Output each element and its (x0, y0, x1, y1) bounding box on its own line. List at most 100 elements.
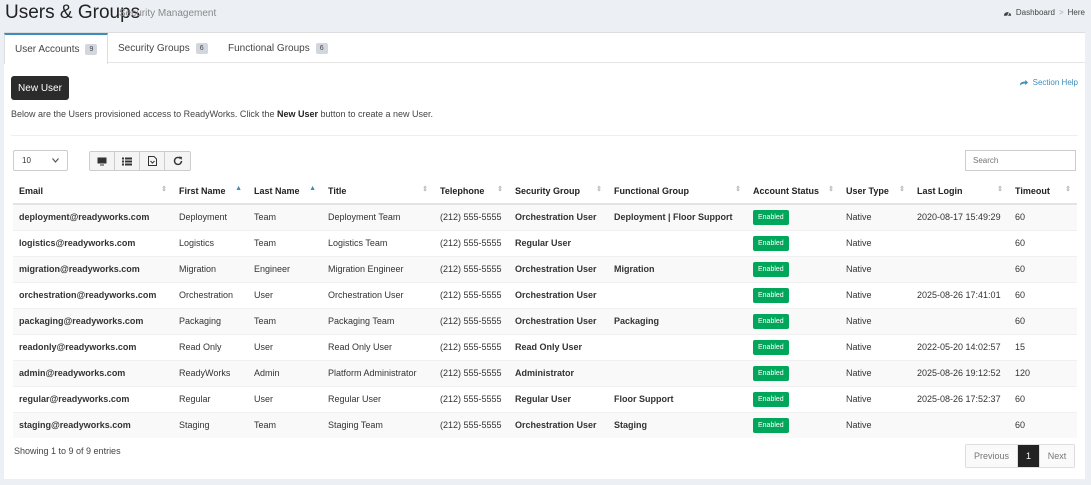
title-cell: Migration Engineer (322, 255, 434, 282)
last-name-cell: Admin (248, 359, 322, 386)
column-header[interactable]: Last Login ⇕ (911, 178, 1009, 205)
account-status-cell: Enabled (747, 385, 840, 412)
email-cell: packaging@readyworks.com (13, 307, 173, 334)
first-name-cell: Logistics (173, 229, 248, 256)
column-header[interactable]: Timeout ⇕ (1009, 178, 1077, 205)
next-page-button[interactable]: Next (1040, 445, 1074, 467)
breadcrumb-dashboard[interactable]: Dashboard (1016, 8, 1055, 17)
account-status-cell: Enabled (747, 333, 840, 360)
column-visibility-button[interactable] (90, 152, 115, 170)
column-header[interactable]: Last Name ▲ (248, 178, 322, 205)
functional-group-cell: Packaging (608, 307, 747, 334)
column-header-label: Email (19, 185, 44, 196)
table-info: Showing 1 to 9 of 9 entries (14, 446, 121, 456)
last-name-cell: User (248, 333, 322, 360)
status-badge: Enabled (753, 391, 789, 407)
first-name-cell: ReadyWorks (173, 359, 248, 386)
sort-icon: ⇕ (997, 186, 1003, 193)
sort-icon: ⇕ (735, 186, 741, 193)
tab-bar: User Accounts 9 Security Groups 6 Functi… (4, 33, 1085, 64)
email-cell: deployment@readyworks.com (13, 203, 173, 230)
chevron-down-icon (52, 158, 59, 163)
table-row[interactable]: readonly@readyworks.com Read Only User Read… (13, 333, 1077, 360)
tab-security-groups[interactable]: Security Groups 6 (118, 33, 208, 63)
last-name-cell: Team (248, 307, 322, 334)
previous-page-button[interactable]: Previous (966, 445, 1018, 467)
new-user-button[interactable]: New User (11, 76, 69, 100)
email-cell: orchestration@readyworks.com (13, 281, 173, 308)
security-group-cell: Read Only User (509, 333, 608, 360)
telephone-cell: (212) 555-5555 (434, 281, 509, 308)
table-row[interactable]: staging@readyworks.com Staging Team Staging… (13, 411, 1077, 438)
column-header-label: Last Login (917, 185, 963, 196)
column-header-label: Timeout (1015, 185, 1050, 196)
table-body: deployment@readyworks.com Deployment Team D… (13, 203, 1077, 438)
table-row[interactable]: regular@readyworks.com Regular User Regular… (13, 385, 1077, 412)
telephone-cell: (212) 555-5555 (434, 255, 509, 282)
tab-user-accounts[interactable]: User Accounts 9 (4, 33, 109, 64)
column-header[interactable]: Title ⇕ (322, 178, 434, 205)
list-icon (122, 157, 132, 165)
security-group-cell: Regular User (509, 229, 608, 256)
security-group-cell: Regular User (509, 385, 608, 412)
sort-icon: ⇕ (1065, 186, 1071, 193)
title-cell: Logistics Team (322, 229, 434, 256)
intro-text-start: Below are the Users provisioned access t… (11, 109, 277, 119)
first-name-cell: Read Only (173, 333, 248, 360)
last-name-cell: Team (248, 229, 322, 256)
security-group-cell: Orchestration User (509, 203, 608, 230)
title-cell: Read Only User (322, 333, 434, 360)
telephone-cell: (212) 555-5555 (434, 411, 509, 438)
refresh-button[interactable] (165, 152, 190, 170)
account-status-cell: Enabled (747, 229, 840, 256)
export-button[interactable] (140, 152, 165, 170)
column-header[interactable]: User Type ⇕ (840, 178, 911, 205)
breadcrumb-separator: > (1058, 8, 1064, 17)
telephone-cell: (212) 555-5555 (434, 203, 509, 230)
column-header[interactable]: First Name ▲ (173, 178, 248, 205)
intro-text-end: button to create a new User. (317, 109, 434, 119)
last-login-cell: 2020-08-17 15:49:29 (911, 203, 1009, 230)
functional-group-cell (608, 333, 747, 360)
search-input[interactable] (965, 150, 1076, 171)
sort-icon: ⇕ (899, 186, 905, 193)
user-type-cell: Native (840, 255, 911, 282)
table-row[interactable]: logistics@readyworks.com Logistics Team Log… (13, 229, 1077, 256)
table-row[interactable]: admin@readyworks.com ReadyWorks Admin Platf… (13, 359, 1077, 386)
column-header[interactable]: Account Status ⇕ (747, 178, 840, 205)
table-row[interactable]: migration@readyworks.com Migration Enginee… (13, 255, 1077, 282)
page-header: Users & Groups Security Management Dashb… (0, 0, 1091, 28)
column-header-label: First Name (179, 185, 226, 196)
file-export-icon (147, 156, 157, 166)
title-cell: Packaging Team (322, 307, 434, 334)
column-header[interactable]: Security Group ⇕ (509, 178, 608, 205)
page-1-button[interactable]: 1 (1018, 445, 1040, 467)
functional-group-cell (608, 359, 747, 386)
title-cell: Staging Team (322, 411, 434, 438)
timeout-cell: 15 (1009, 333, 1077, 360)
functional-group-cell (608, 229, 747, 256)
last-name-cell: Team (248, 411, 322, 438)
column-header[interactable]: Functional Group ⇕ (608, 178, 747, 205)
table-row[interactable]: deployment@readyworks.com Deployment Team D… (13, 203, 1077, 230)
sort-ascending-icon: ▲ (309, 185, 316, 192)
timeout-cell: 60 (1009, 411, 1077, 438)
account-status-cell: Enabled (747, 359, 840, 386)
column-header-label: Title (328, 185, 347, 196)
telephone-cell: (212) 555-5555 (434, 307, 509, 334)
tab-functional-groups[interactable]: Functional Groups 6 (228, 33, 328, 63)
section-help-link[interactable]: Section Help (1019, 78, 1078, 87)
user-type-cell: Native (840, 307, 911, 334)
page-size-select[interactable]: 10 (13, 150, 68, 171)
table-row[interactable]: orchestration@readyworks.com Orchestratio… (13, 281, 1077, 308)
table-row[interactable]: packaging@readyworks.com Packaging Team Pac… (13, 307, 1077, 334)
column-header[interactable]: Email ⇕ (13, 178, 173, 205)
timeout-cell: 60 (1009, 203, 1077, 230)
last-login-cell (911, 411, 1009, 438)
user-type-cell: Native (840, 281, 911, 308)
user-type-cell: Native (840, 229, 911, 256)
column-header[interactable]: Telephone ⇕ (434, 178, 509, 205)
email-cell: logistics@readyworks.com (13, 229, 173, 256)
account-status-cell: Enabled (747, 255, 840, 282)
list-view-button[interactable] (115, 152, 140, 170)
